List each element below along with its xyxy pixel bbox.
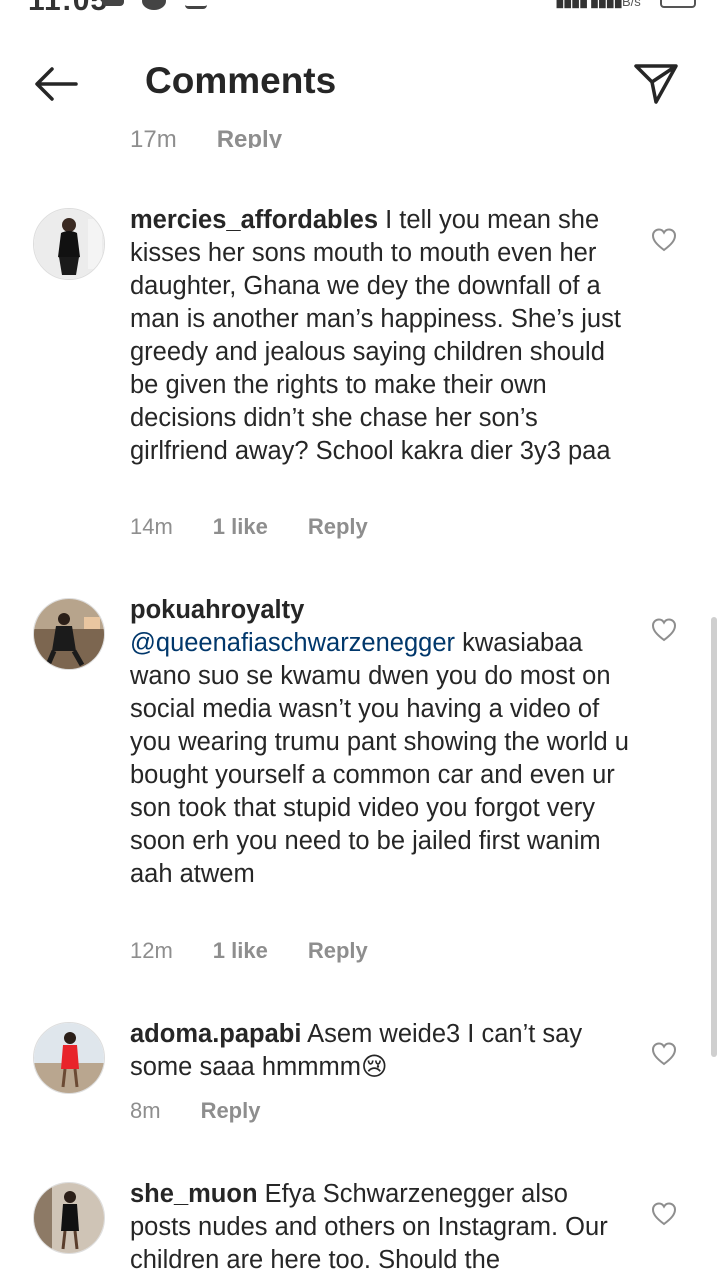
comment-username[interactable]: pokuahroyalty [130, 596, 304, 624]
comment-time: 8m [130, 1098, 161, 1123]
reply-button[interactable]: Reply [308, 938, 368, 964]
menu-status-icon [185, 0, 207, 9]
comment-meta: 12m 1 like Reply [130, 938, 368, 964]
app-icon [142, 0, 166, 10]
status-time: 11:05 [28, 0, 109, 17]
comment-meta: 8m Reply [130, 1098, 260, 1124]
avatar[interactable] [33, 1182, 105, 1254]
scrollbar[interactable] [711, 617, 717, 1057]
reply-button[interactable]: Reply [308, 514, 368, 540]
comment-time: 12m [130, 938, 173, 963]
like-count[interactable]: 1 like [213, 514, 268, 540]
battery-icon [660, 0, 696, 8]
like-heart-icon[interactable] [651, 227, 677, 253]
comment-username[interactable]: she_muon [130, 1180, 258, 1208]
avatar[interactable] [33, 1022, 105, 1094]
comment-item: she_muon Efya Schwarzenegger also posts … [0, 1174, 719, 1269]
reply-button[interactable]: Reply [201, 1098, 261, 1124]
comment-time: 14m [130, 514, 173, 539]
signal-icon: ▮▮▮▮ ▮▮▮▮ [555, 0, 623, 10]
comment-meta: 14m 1 like Reply [130, 514, 368, 540]
comment-username[interactable]: adoma.papabi [130, 1020, 301, 1048]
comment-text: I tell you mean she kisses her sons mout… [130, 206, 621, 465]
notification-icon [102, 0, 124, 6]
back-arrow-icon[interactable] [32, 66, 80, 102]
comment-text: kwasiabaa wano suo se kwamu dwen you do … [130, 629, 629, 888]
send-direct-icon[interactable] [632, 60, 680, 108]
page-title: Comments [145, 60, 337, 101]
like-heart-icon[interactable] [651, 1041, 677, 1067]
like-count[interactable]: 1 like [213, 938, 268, 964]
comments-header: Comments [0, 40, 719, 130]
comment-username[interactable]: mercies_affordables [130, 206, 378, 234]
status-bar: 11:05 ▮▮▮▮ ▮▮▮▮ B/s [0, 0, 719, 18]
network-speed: B/s [622, 0, 641, 9]
avatar[interactable] [33, 598, 105, 670]
like-heart-icon[interactable] [651, 617, 677, 643]
like-heart-icon[interactable] [651, 1201, 677, 1227]
comment-mention[interactable]: @queenafiaschwarzenegger [130, 629, 455, 657]
avatar[interactable] [33, 208, 105, 280]
